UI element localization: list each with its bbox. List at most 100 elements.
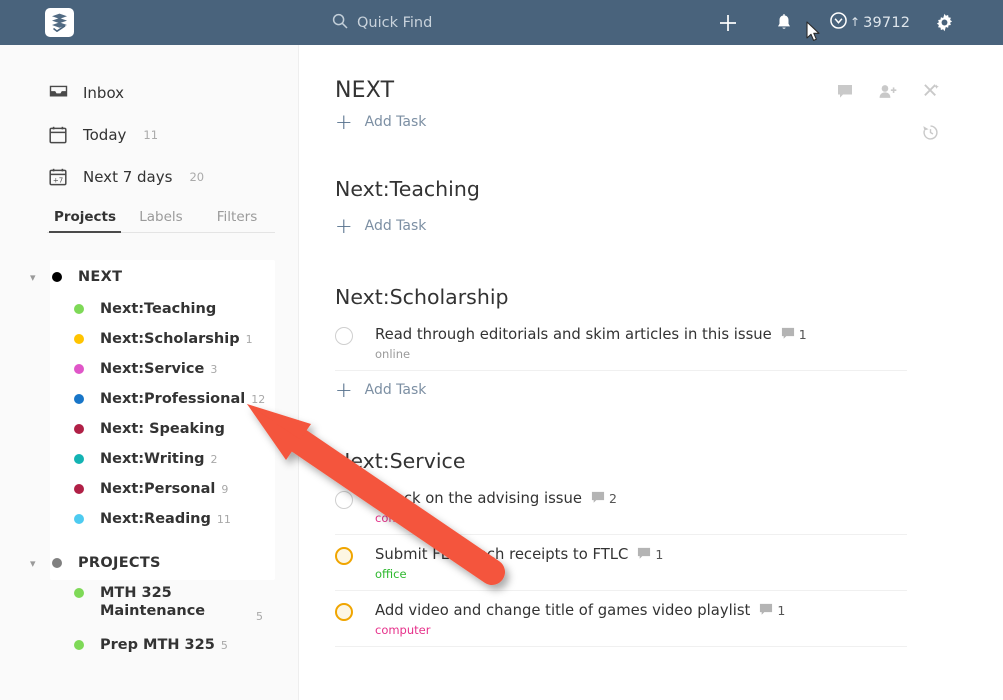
task-row[interactable]: Read through editorials and skim article… <box>335 315 907 371</box>
quick-find-label: Quick Find <box>357 14 433 31</box>
task-checkbox[interactable] <box>335 327 353 345</box>
project-color-dot <box>52 272 62 282</box>
task-row[interactable]: Submit FLC lunch receipts to FTLC 1 offi… <box>335 535 907 591</box>
plus-icon: + <box>335 213 353 238</box>
sidebar-item-label: Next 7 days <box>83 168 173 186</box>
project-item-next-speaking[interactable]: Next: Speaking <box>0 414 298 444</box>
task-label[interactable]: computer <box>375 623 785 637</box>
add-task-row-next-teaching[interactable]: + Add Task <box>335 207 1003 245</box>
add-task-button[interactable] <box>712 0 744 45</box>
project-item-label: MTH 325 Maintenance <box>100 585 206 619</box>
main-content-panel: NEXT + Add Task Next:Teaching + Add Task… <box>300 45 1003 700</box>
project-group-projects[interactable]: ▾ PROJECTS <box>0 546 298 580</box>
tools-icon[interactable] <box>923 83 940 100</box>
task-comments[interactable]: 1 <box>759 601 785 620</box>
project-item-label: Next:Personal <box>100 481 216 497</box>
sidebar-item-inbox[interactable]: Inbox <box>0 72 298 114</box>
comment-count: 1 <box>798 327 807 342</box>
project-item-next-service[interactable]: Next:Service 3 <box>0 354 298 384</box>
project-item-count: 1 <box>245 332 253 346</box>
comment-count: 2 <box>608 491 617 506</box>
project-color-dot <box>74 588 84 598</box>
project-group-label: NEXT <box>78 269 123 285</box>
project-item-label: Next:Teaching <box>100 301 217 317</box>
comment-icon <box>637 545 651 564</box>
project-item-label: Prep MTH 325 <box>100 637 215 653</box>
section-title-next-scholarship: Next:Scholarship <box>335 285 509 309</box>
add-person-icon[interactable] <box>879 84 897 99</box>
notifications-bell-icon[interactable] <box>769 0 799 45</box>
project-color-dot <box>74 364 84 374</box>
project-item-count: 9 <box>221 482 229 496</box>
todoist-app-window: Quick Find ↑ 39712 Inbox Today 11 +7 Nex… <box>0 0 1003 700</box>
project-item-label: Next:Service <box>100 361 205 377</box>
tab-labels[interactable]: Labels <box>123 209 199 232</box>
calendar-7-icon: +7 <box>47 168 69 186</box>
project-item-next-teaching[interactable]: Next:Teaching <box>0 294 298 324</box>
project-item-next-professional[interactable]: Next:Professional 12 <box>0 384 298 414</box>
project-item-next-personal[interactable]: Next:Personal 9 <box>0 474 298 504</box>
add-task-label: Add Task <box>364 382 427 398</box>
project-item-label: Next:Writing <box>100 451 205 467</box>
svg-text:+7: +7 <box>53 176 63 184</box>
add-task-row-next-scholarship[interactable]: + Add Task <box>335 371 1003 409</box>
comment-icon[interactable] <box>837 84 853 99</box>
project-item-count: 2 <box>210 452 218 466</box>
tab-projects[interactable]: Projects <box>47 209 123 233</box>
project-group-next[interactable]: ▾ NEXT <box>0 260 298 294</box>
project-item-count: 5 <box>256 610 263 623</box>
sidebar-item-label: Inbox <box>83 84 125 102</box>
task-comments[interactable]: 1 <box>637 545 663 564</box>
task-comments[interactable]: 2 <box>591 489 617 508</box>
project-item-prep-mth-325[interactable]: Prep MTH 325 5 <box>0 630 298 660</box>
history-icon[interactable] <box>922 124 939 145</box>
project-color-dot <box>74 454 84 464</box>
todoist-logo-icon[interactable] <box>45 8 74 37</box>
sidebar: Inbox Today 11 +7 Next 7 days 20 Project… <box>0 45 299 700</box>
task-body: Check on the advising issue 2 computer <box>375 489 617 525</box>
karma-value: 39712 <box>863 14 911 31</box>
task-label[interactable]: office <box>375 567 663 581</box>
plus-icon: + <box>335 377 353 402</box>
section-title-next-teaching: Next:Teaching <box>335 177 480 201</box>
search-icon <box>332 13 348 33</box>
chevron-down-icon[interactable]: ▾ <box>30 271 46 284</box>
tab-filters[interactable]: Filters <box>199 209 275 232</box>
task-checkbox[interactable] <box>335 603 353 621</box>
project-group-label: PROJECTS <box>78 555 161 571</box>
add-task-label: Add Task <box>364 114 427 130</box>
project-item-mth-325-maintenance[interactable]: MTH 325 Maintenance 5 <box>0 580 298 625</box>
task-label[interactable]: online <box>375 347 807 361</box>
project-item-next-reading[interactable]: Next:Reading 11 <box>0 504 298 534</box>
task-checkbox[interactable] <box>335 491 353 509</box>
project-item-label: Next: Speaking <box>100 421 225 437</box>
project-item-next-writing[interactable]: Next:Writing 2 <box>0 444 298 474</box>
comment-icon <box>781 325 795 344</box>
project-item-count: 11 <box>216 512 231 526</box>
task-body: Read through editorials and skim article… <box>375 325 807 361</box>
task-title: Add video and change title of games vide… <box>375 602 751 619</box>
project-color-dot <box>74 394 84 404</box>
settings-gear-icon[interactable] <box>928 0 960 45</box>
task-row[interactable]: Add video and change title of games vide… <box>335 591 907 647</box>
project-item-next-scholarship[interactable]: Next:Scholarship 1 <box>0 324 298 354</box>
sidebar-tabs: Projects Labels Filters <box>47 209 275 233</box>
project-item-count: 3 <box>210 362 218 376</box>
task-label[interactable]: computer <box>375 511 617 525</box>
task-row[interactable]: Check on the advising issue 2 computer <box>335 479 907 535</box>
project-header-actions <box>837 83 940 100</box>
project-color-dot <box>74 304 84 314</box>
task-line: Submit FLC lunch receipts to FTLC 1 <box>375 545 663 564</box>
sidebar-item-next-7-days[interactable]: +7 Next 7 days 20 <box>0 156 298 198</box>
task-checkbox[interactable] <box>335 547 353 565</box>
sidebar-item-today[interactable]: Today 11 <box>0 114 298 156</box>
project-item-label: Next:Scholarship <box>100 331 240 347</box>
project-color-dot <box>74 334 84 344</box>
add-task-row-top[interactable]: + Add Task <box>335 103 1003 141</box>
quick-find-search[interactable]: Quick Find <box>332 0 432 45</box>
task-line: Check on the advising issue 2 <box>375 489 617 508</box>
chevron-down-icon[interactable]: ▾ <box>30 557 46 570</box>
karma-counter[interactable]: ↑ 39712 <box>830 0 910 45</box>
comment-count: 1 <box>777 603 786 618</box>
task-comments[interactable]: 1 <box>781 325 807 344</box>
